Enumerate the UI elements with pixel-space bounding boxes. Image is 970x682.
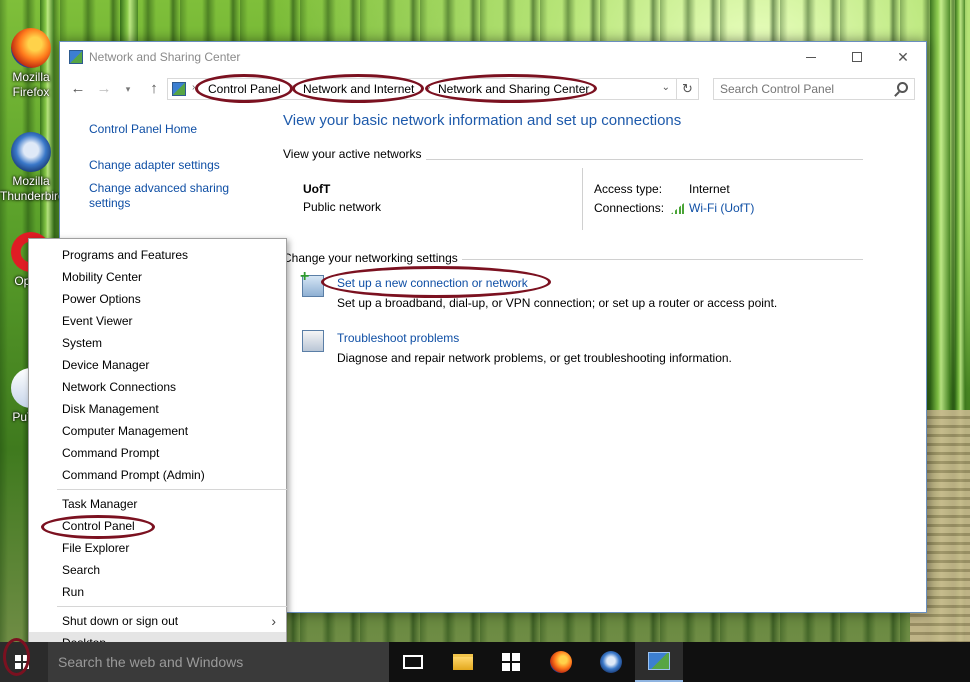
minimize-icon (806, 56, 816, 58)
network-center-icon (69, 50, 83, 64)
access-type-value: Internet (689, 182, 730, 196)
back-arrow-icon[interactable]: ← (68, 79, 88, 99)
menu-item-command-prompt-admin[interactable]: Command Prompt (Admin) (29, 464, 286, 486)
taskbar-firefox[interactable] (537, 642, 585, 682)
wifi-signal-icon (671, 203, 684, 214)
refresh-icon: ↻ (682, 81, 693, 96)
breadcrumb-control-panel[interactable]: Control Panel (208, 82, 281, 96)
connections-label: Connections: (594, 201, 665, 215)
menu-item-run[interactable]: Run (29, 581, 286, 603)
network-name: UofT (303, 182, 331, 196)
taskbar-control-panel[interactable] (635, 642, 683, 682)
troubleshoot-description: Diagnose and repair network problems, or… (337, 351, 732, 365)
menu-separator (57, 489, 287, 490)
menu-item-task-manager[interactable]: Task Manager (29, 493, 286, 515)
power-user-menu: Programs and Features Mobility Center Po… (28, 238, 287, 655)
store-icon (502, 653, 520, 671)
address-bar[interactable]: › Control Panel › Network and Internet ›… (167, 74, 699, 103)
change-advanced-sharing-link[interactable]: Change advanced sharing settings (89, 181, 249, 211)
main-content: View your basic network information and … (283, 112, 883, 129)
change-settings-heading: Change your networking settings (283, 251, 462, 265)
start-button[interactable] (0, 638, 48, 682)
page-title: View your basic network information and … (283, 112, 682, 129)
menu-item-programs-features[interactable]: Programs and Features (29, 244, 286, 266)
control-panel-icon (172, 82, 186, 96)
file-explorer-icon (453, 654, 473, 670)
firefox-icon (550, 651, 572, 673)
desktop-icon-label: Mozilla Thunderbird (0, 174, 65, 203)
search-icon[interactable] (897, 82, 908, 93)
thunderbird-icon (600, 651, 622, 673)
close-icon: ✕ (897, 48, 909, 65)
menu-item-power-options[interactable]: Power Options (29, 288, 286, 310)
menu-item-mobility-center[interactable]: Mobility Center (29, 266, 286, 288)
setup-connection-description: Set up a broadband, dial-up, or VPN conn… (337, 296, 778, 310)
wifi-connection-link[interactable]: Wi-Fi (UofT) (689, 201, 754, 215)
menu-item-computer-management[interactable]: Computer Management (29, 420, 286, 442)
change-adapter-settings-link[interactable]: Change adapter settings (89, 158, 249, 173)
desktop-icon-firefox[interactable]: Mozilla Firefox (0, 28, 62, 100)
control-panel-home-link[interactable]: Control Panel Home (89, 122, 249, 137)
search-input[interactable] (714, 79, 884, 99)
breadcrumb-separator-icon[interactable]: › (192, 82, 195, 93)
minimize-button[interactable] (788, 42, 834, 72)
thunderbird-icon (11, 132, 51, 172)
window-title: Network and Sharing Center (89, 50, 241, 64)
refresh-button[interactable]: ↻ (676, 79, 698, 99)
search-box[interactable] (713, 78, 915, 100)
divider (582, 168, 583, 230)
breadcrumb-network-internet[interactable]: Network and Internet (303, 82, 414, 96)
taskbar-file-explorer[interactable] (439, 642, 487, 682)
desktop-icon-label: Mozilla Firefox (12, 70, 50, 99)
taskbar-store[interactable] (487, 642, 535, 682)
taskbar-thunderbird[interactable] (587, 642, 635, 682)
menu-item-disk-management[interactable]: Disk Management (29, 398, 286, 420)
menu-item-control-panel[interactable]: Control Panel (29, 515, 286, 537)
troubleshoot-link[interactable]: Troubleshoot problems (337, 331, 459, 345)
menu-item-device-manager[interactable]: Device Manager (29, 354, 286, 376)
menu-item-command-prompt[interactable]: Command Prompt (29, 442, 286, 464)
left-navigation-pane: Control Panel Home Change adapter settin… (89, 122, 249, 219)
menu-item-label: Shut down or sign out (62, 614, 179, 628)
new-connection-icon (300, 268, 324, 297)
maximize-button[interactable] (834, 42, 880, 72)
menu-separator (57, 606, 287, 607)
navigation-bar: ← → ▾ ↑ › Control Panel › Network and In… (60, 74, 926, 103)
menu-item-system[interactable]: System (29, 332, 286, 354)
menu-item-network-connections[interactable]: Network Connections (29, 376, 286, 398)
breadcrumb-separator-icon[interactable]: › (427, 82, 430, 93)
recent-locations-chevron-icon[interactable]: ▾ (118, 79, 138, 99)
access-type-label: Access type: (594, 182, 663, 196)
close-button[interactable]: ✕ (880, 42, 926, 72)
chevron-right-icon: › (271, 613, 276, 629)
troubleshoot-icon (302, 330, 324, 352)
menu-item-shut-down[interactable]: Shut down or sign out › (29, 610, 286, 632)
setup-connection-link[interactable]: Set up a new connection or network (337, 276, 528, 290)
control-panel-icon (648, 652, 670, 670)
menu-item-search[interactable]: Search (29, 559, 286, 581)
task-view-icon (403, 655, 423, 669)
maximize-icon (852, 52, 862, 62)
taskbar: Search the web and Windows (0, 638, 970, 682)
windows-logo-icon (15, 655, 29, 669)
desktop-icon-thunderbird[interactable]: Mozilla Thunderbird (0, 132, 65, 204)
up-arrow-icon[interactable]: ↑ (144, 79, 164, 99)
window-titlebar[interactable]: Network and Sharing Center ✕ (60, 42, 926, 72)
address-dropdown-chevron-icon[interactable]: ⌄ (662, 82, 670, 93)
network-category-link[interactable]: Public network (303, 200, 381, 214)
breadcrumb-separator-icon[interactable]: › (292, 82, 295, 93)
firefox-icon (11, 28, 51, 68)
breadcrumb-network-sharing-center[interactable]: Network and Sharing Center (438, 82, 589, 96)
task-view-button[interactable] (389, 642, 437, 682)
forward-arrow-icon[interactable]: → (94, 79, 114, 99)
active-networks-heading: View your active networks (283, 147, 426, 161)
menu-item-file-explorer[interactable]: File Explorer (29, 537, 286, 559)
menu-item-event-viewer[interactable]: Event Viewer (29, 310, 286, 332)
taskbar-search-box[interactable]: Search the web and Windows (48, 642, 389, 682)
